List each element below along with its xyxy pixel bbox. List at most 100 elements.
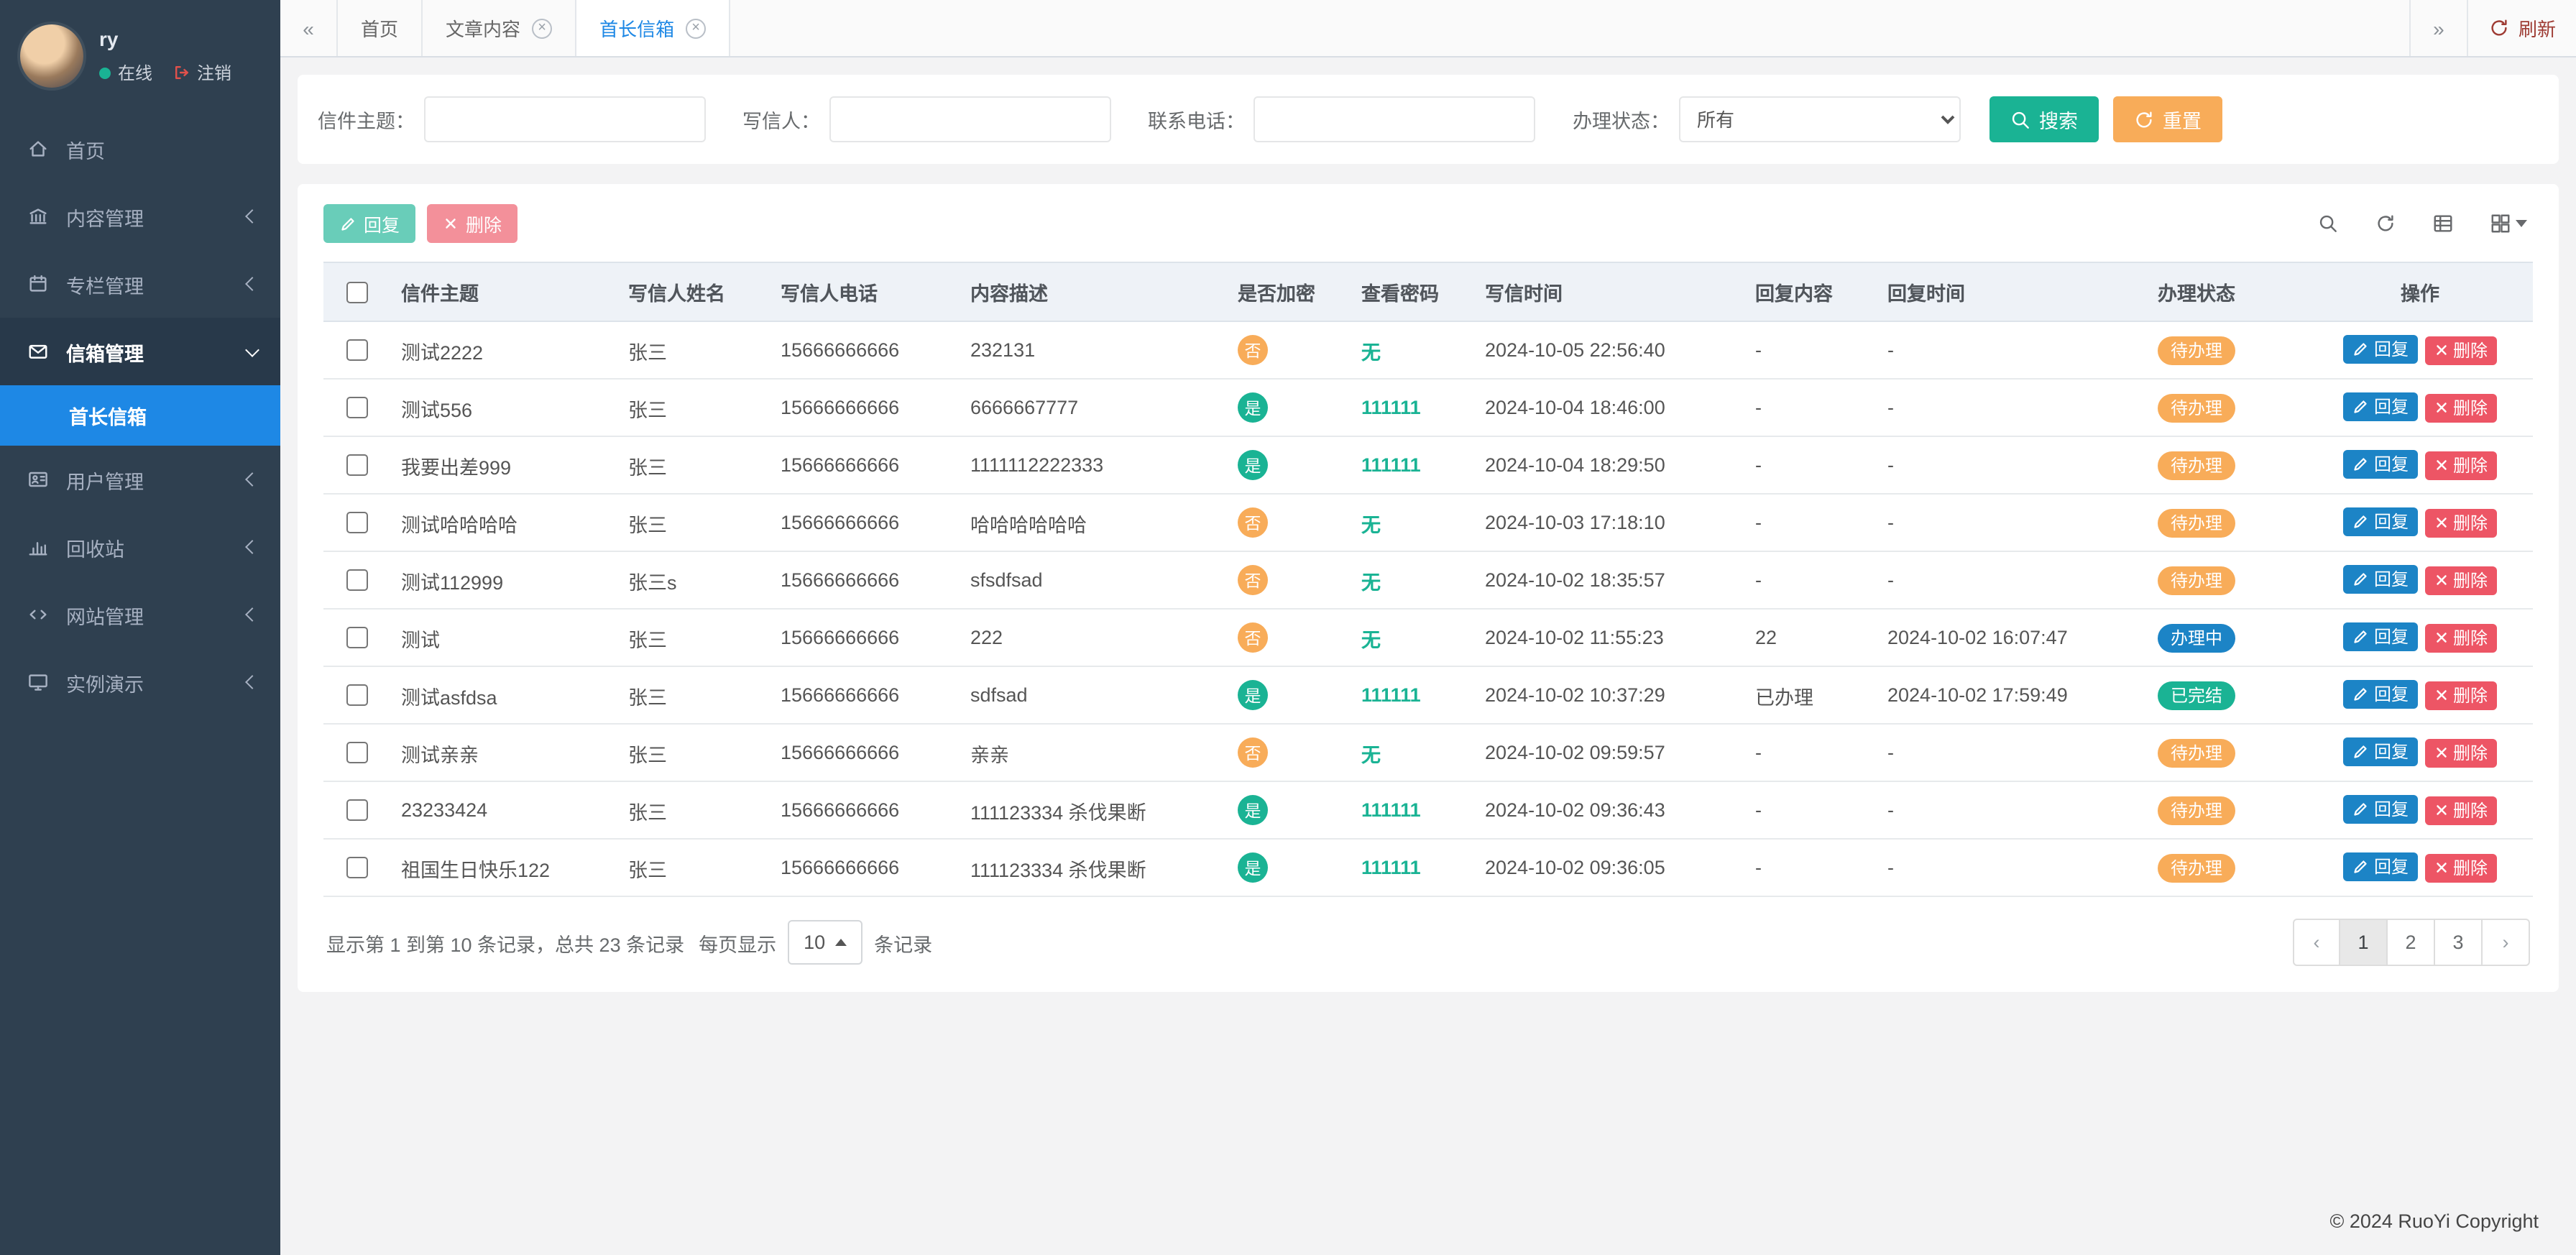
- search-button[interactable]: 搜索: [1989, 96, 2098, 142]
- cell-reply-time: -: [1876, 436, 2146, 494]
- row-checkbox[interactable]: [346, 743, 367, 764]
- table-row: 测试亲亲张三15666666666亲亲否无2024-10-02 09:59:57…: [323, 724, 2533, 781]
- cell-description: 亲亲: [959, 724, 1226, 781]
- row-checkbox[interactable]: [346, 570, 367, 592]
- row-checkbox[interactable]: [346, 858, 367, 879]
- sidebar-item-recycle-bin[interactable]: 回收站: [0, 513, 280, 581]
- avatar[interactable]: [20, 24, 83, 88]
- row-delete-button[interactable]: 删除: [2424, 624, 2496, 653]
- main-area: « 首页文章内容×首长信箱× » 刷新 信件主题： 写信人：: [280, 0, 2576, 1255]
- sidebar-subitem-chief-mailbox[interactable]: 首长信箱: [0, 385, 280, 446]
- edit-icon: [2352, 859, 2370, 876]
- table-card: 回复 删除: [298, 184, 2559, 992]
- row-checkbox[interactable]: [346, 397, 367, 419]
- sidebar-item-demo[interactable]: 实例演示: [0, 648, 280, 716]
- cell-view-password: 111111: [1361, 799, 1421, 821]
- row-delete-button[interactable]: 删除: [2424, 566, 2496, 595]
- row-reply-button[interactable]: 回复: [2344, 451, 2417, 479]
- tabs-scroll-right-button[interactable]: »: [2409, 0, 2467, 56]
- x-icon: [2433, 400, 2449, 416]
- cell-subject: 测试112999: [390, 551, 617, 609]
- table-row: 23233424张三15666666666111123334 杀伐果断是1111…: [323, 781, 2533, 839]
- pagination-next-button[interactable]: ›: [2483, 919, 2530, 966]
- cell-view-password: 无: [1361, 744, 1381, 766]
- tab-label: 首长信箱: [599, 14, 674, 42]
- pagination: ‹123›: [2293, 919, 2530, 966]
- cell-description: 6666667777: [959, 379, 1226, 436]
- sidebar-item-column-mgmt[interactable]: 专栏管理: [0, 250, 280, 318]
- row-delete-button[interactable]: 删除: [2424, 394, 2496, 423]
- table-header-row: 信件主题写信人姓名写信人电话内容描述是否加密查看密码写信时间回复内容回复时间办理…: [323, 262, 2533, 321]
- row-checkbox[interactable]: [346, 512, 367, 534]
- column-header: 信件主题: [390, 262, 617, 321]
- cell-writer-phone: 15666666666: [769, 551, 959, 609]
- row-checkbox[interactable]: [346, 628, 367, 649]
- row-delete-button[interactable]: 删除: [2424, 854, 2496, 883]
- refresh-tab-button[interactable]: 刷新: [2467, 0, 2576, 56]
- writer-input[interactable]: [829, 96, 1110, 142]
- row-reply-button[interactable]: 回复: [2344, 566, 2417, 594]
- cell-writer-name: 张三: [617, 321, 769, 379]
- sidebar-item-site-mgmt[interactable]: 网站管理: [0, 581, 280, 648]
- select-all-checkbox[interactable]: [346, 282, 367, 303]
- logout-link[interactable]: 注销: [172, 60, 231, 85]
- tab-article-content[interactable]: 文章内容×: [423, 0, 576, 56]
- x-icon: [2433, 573, 2449, 589]
- row-delete-button[interactable]: 删除: [2424, 451, 2496, 480]
- tab-close-icon[interactable]: ×: [532, 18, 552, 38]
- pagination-prev-button[interactable]: ‹: [2293, 919, 2340, 966]
- row-reply-button[interactable]: 回复: [2344, 796, 2417, 824]
- tabs-scroll-left-button[interactable]: «: [280, 0, 338, 56]
- sidebar-item-label: 首页: [66, 134, 105, 163]
- row-delete-button[interactable]: 删除: [2424, 681, 2496, 710]
- row-reply-button[interactable]: 回复: [2344, 393, 2417, 422]
- tab-close-icon[interactable]: ×: [686, 18, 706, 38]
- row-checkbox[interactable]: [346, 340, 367, 362]
- status-select[interactable]: 所有: [1678, 96, 1960, 142]
- row-reply-button[interactable]: 回复: [2344, 508, 2417, 537]
- row-checkbox[interactable]: [346, 455, 367, 477]
- encrypted-badge: 是: [1238, 852, 1268, 883]
- bulk-reply-button[interactable]: 回复: [323, 204, 415, 243]
- sidebar-item-user-mgmt[interactable]: 用户管理: [0, 446, 280, 513]
- row-delete-button[interactable]: 删除: [2424, 796, 2496, 825]
- x-icon: [2433, 688, 2449, 704]
- row-reply-button[interactable]: 回复: [2344, 336, 2417, 364]
- cell-subject: 测试asfdsa: [390, 666, 617, 724]
- cell-subject: 测试: [390, 609, 617, 666]
- tab-home[interactable]: 首页: [338, 0, 423, 56]
- table-columns-button[interactable]: [2490, 213, 2527, 234]
- record-summary: 显示第 1 到第 10 条记录，总共 23 条记录: [326, 928, 684, 957]
- page-size-dropdown[interactable]: 10: [788, 920, 862, 965]
- row-reply-button[interactable]: 回复: [2344, 681, 2417, 709]
- row-checkbox[interactable]: [346, 685, 367, 707]
- cell-writer-phone: 15666666666: [769, 379, 959, 436]
- sidebar-item-home[interactable]: 首页: [0, 115, 280, 183]
- row-checkbox[interactable]: [346, 800, 367, 822]
- row-reply-button[interactable]: 回复: [2344, 623, 2417, 652]
- cell-subject: 测试2222: [390, 321, 617, 379]
- reset-button[interactable]: 重置: [2112, 96, 2222, 142]
- pagination-page-3[interactable]: 3: [2435, 919, 2483, 966]
- sidebar-item-mailbox-mgmt[interactable]: 信箱管理: [0, 318, 280, 385]
- sidebar-item-label: 实例演示: [66, 668, 144, 697]
- table-body: 测试2222张三15666666666232131否无2024-10-05 22…: [323, 321, 2533, 896]
- table-tools: [2317, 213, 2527, 234]
- pagination-page-2[interactable]: 2: [2388, 919, 2435, 966]
- subject-input[interactable]: [423, 96, 705, 142]
- row-reply-button[interactable]: 回复: [2344, 738, 2417, 767]
- sidebar-item-content-mgmt[interactable]: 内容管理: [0, 183, 280, 250]
- encrypted-badge: 否: [1238, 335, 1268, 365]
- sidebar-subitem-label: 首长信箱: [69, 401, 147, 430]
- table-toggle-view-button[interactable]: [2432, 213, 2454, 234]
- bulk-delete-button[interactable]: 删除: [427, 204, 518, 243]
- row-delete-button[interactable]: 删除: [2424, 509, 2496, 538]
- table-refresh-button[interactable]: [2375, 213, 2396, 234]
- table-search-button[interactable]: [2317, 213, 2339, 234]
- row-delete-button[interactable]: 删除: [2424, 739, 2496, 768]
- row-delete-button[interactable]: 删除: [2424, 336, 2496, 365]
- phone-input[interactable]: [1254, 96, 1535, 142]
- tab-chief-mailbox[interactable]: 首长信箱 ×: [576, 0, 730, 56]
- pagination-page-1[interactable]: 1: [2340, 919, 2388, 966]
- row-reply-button[interactable]: 回复: [2344, 853, 2417, 882]
